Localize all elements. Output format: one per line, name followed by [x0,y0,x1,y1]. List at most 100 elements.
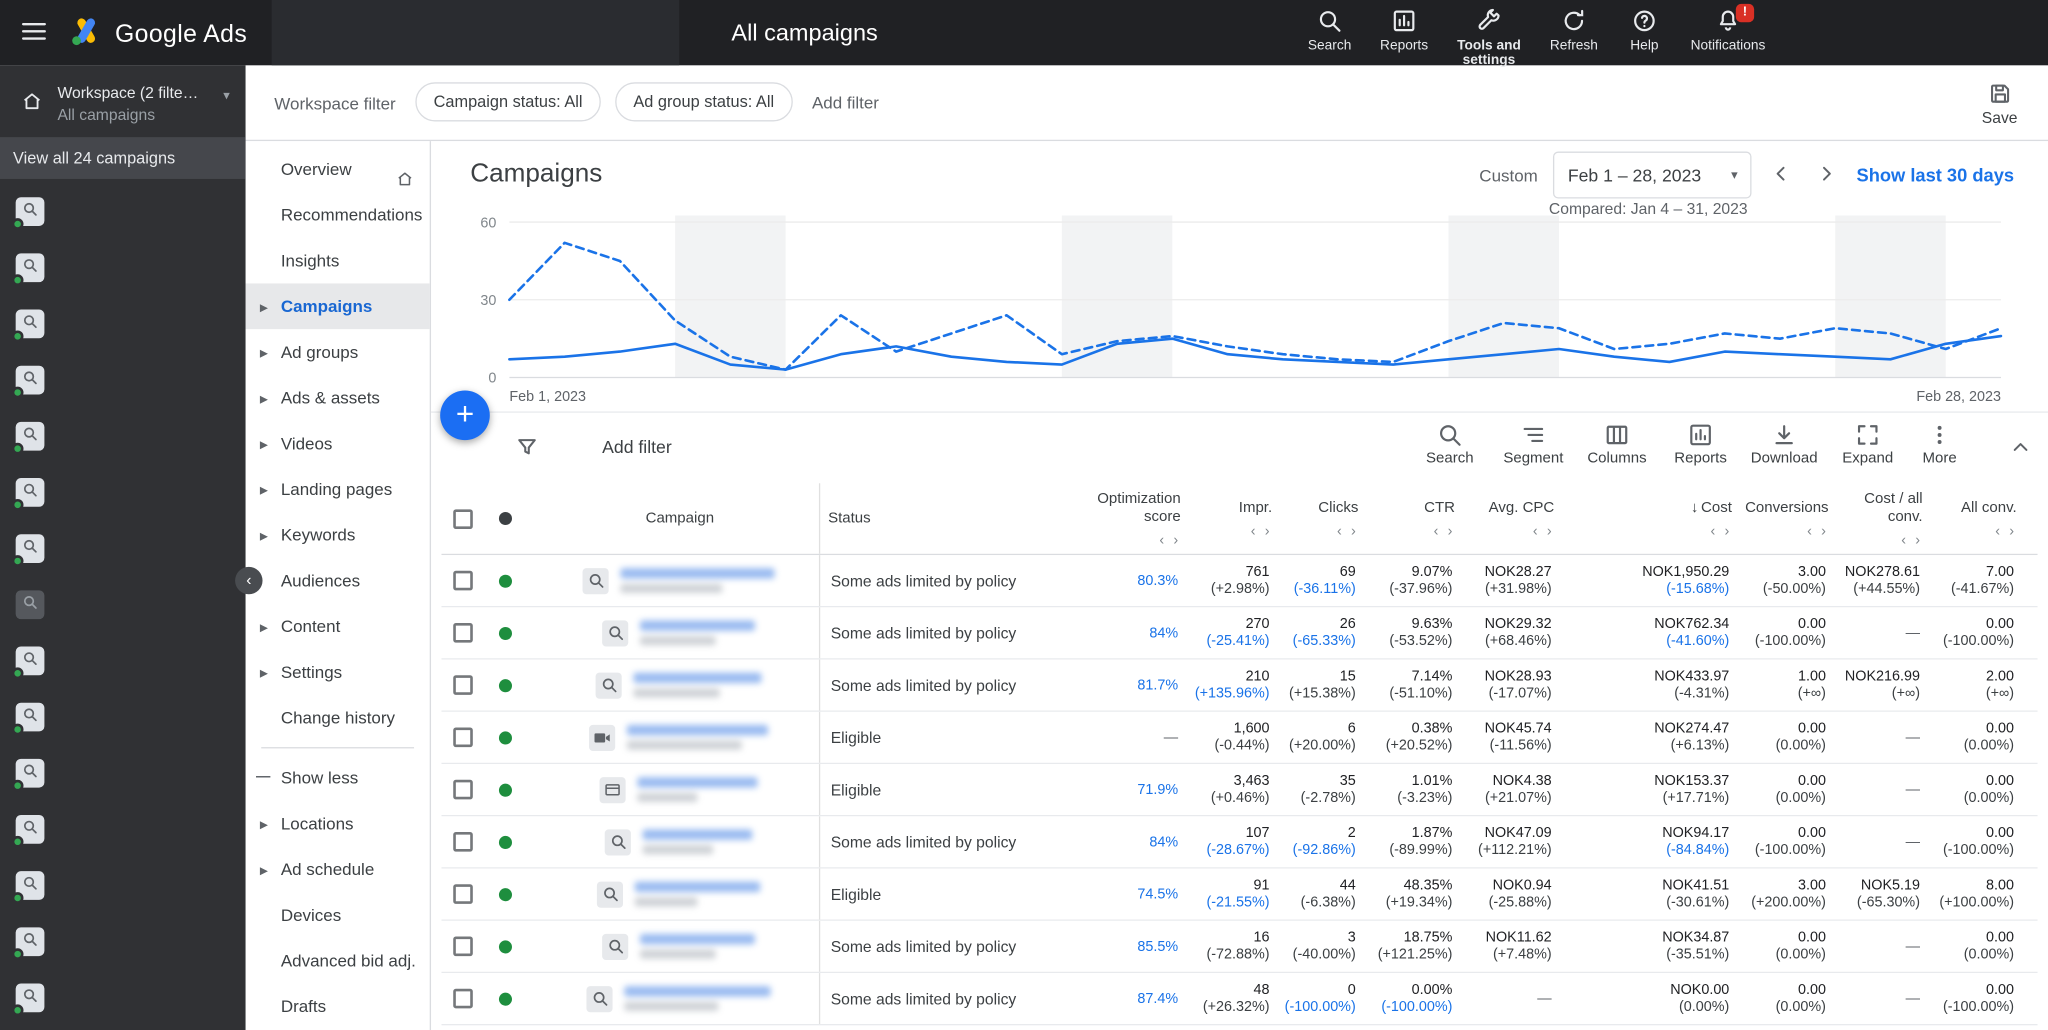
campaign-row[interactable]: Some ads limited by policy 87.4% 48 (+26.32… [441,973,2038,1026]
reports-button[interactable]: Reports [1368,8,1441,54]
campaign-thumbnail[interactable] [11,478,45,511]
nav-item-ad-schedule[interactable]: ▶ Ad schedule [246,846,430,892]
row-checkbox[interactable] [452,988,473,1009]
campaign-enabled-icon[interactable] [498,574,512,588]
date-range-selector[interactable]: Feb 1 – 28, 2023 ▾ [1553,151,1753,199]
show-last-30-days-link[interactable]: Show last 30 days [1857,165,2015,186]
campaign-name-cell[interactable] [528,555,821,607]
main-menu-button[interactable] [18,17,49,48]
campaign-name-cell[interactable] [528,973,821,1024]
row-checkbox[interactable] [452,623,473,643]
campaign-thumbnail[interactable] [11,197,45,230]
search-button[interactable]: Search [1293,8,1366,54]
previous-period-button[interactable] [1768,159,1797,192]
campaign-thumbnail[interactable] [11,365,45,399]
campaign-enabled-icon[interactable] [498,991,512,1006]
table-search-button[interactable]: Search [1408,422,1492,466]
column-header-clicks[interactable]: Clicks ‹ › [1280,483,1366,554]
nav-item-content[interactable]: ▶ Content [246,603,430,649]
column-header-status[interactable]: Status [820,483,1079,554]
column-header-conv[interactable]: Conversions ‹ › [1740,483,1837,554]
column-header-cpc[interactable]: Avg. CPC ‹ › [1463,483,1562,554]
row-checkbox[interactable] [452,884,473,904]
nav-item-ads-assets[interactable]: ▶ Ads & assets [246,375,430,421]
columns-button[interactable]: Columns [1575,422,1659,466]
campaign-row[interactable]: Eligible 71.9% 3,463 (+0.46%) 35 (-2.78%) 1.01… [441,764,2038,817]
refresh-button[interactable]: Refresh [1537,8,1610,54]
campaign-row[interactable]: Some ads limited by policy 84% 107 (-28.67%… [441,816,2038,869]
optimization-score-link[interactable]: 80.3% [1137,573,1178,589]
campaign-enabled-icon[interactable] [498,730,512,744]
campaign-name-cell[interactable] [528,659,821,711]
nav-item-keywords[interactable]: ▶ Keywords [246,512,430,558]
campaign-row[interactable]: Eligible 74.5% 91 (-21.55%) 44 (-6.38%) 48.35%… [441,868,2038,921]
nav-item-show-less[interactable]: — Show less [246,755,430,801]
save-button[interactable]: Save [1972,81,2027,127]
campaign-enabled-icon[interactable] [498,783,512,797]
optimization-score-link[interactable]: 85.5% [1137,938,1178,954]
reports-button[interactable]: Reports [1659,422,1743,466]
view-all-campaigns-button[interactable]: View all 24 campaigns [0,137,246,179]
campaign-row[interactable]: Eligible — 1,600 (-0.44%) 6 (+20.00%) 0.38% (+2… [441,711,2038,765]
more-button[interactable]: More [1910,422,1970,466]
campaign-name-cell[interactable] [528,607,821,659]
campaign-thumbnail[interactable] [11,983,45,1017]
nav-item-landing-pages[interactable]: ▶ Landing pages [246,466,430,512]
nav-item-campaigns[interactable]: ▶ Campaigns [245,283,430,330]
campaign-enabled-icon[interactable] [498,678,512,692]
row-checkbox[interactable] [452,675,473,695]
campaign-thumbnail[interactable] [11,309,45,343]
column-header-ctr[interactable]: CTR ‹ › [1366,483,1463,554]
collapse-chart-button[interactable] [2009,436,2033,463]
campaign-enabled-icon[interactable] [498,835,512,849]
workspace-switcher[interactable]: Workspace (2 filte… All campaigns ▾ [0,65,246,137]
row-checkbox[interactable] [452,570,473,591]
notifications-button[interactable]: ! Notifications [1689,3,1767,54]
nav-item-ad-groups[interactable]: ▶ Ad groups [246,329,430,375]
table-add-filter-button[interactable]: Add filter [602,438,672,458]
row-checkbox[interactable] [452,727,473,748]
create-campaign-fab[interactable]: + [440,390,490,441]
optimization-score-link[interactable]: 84% [1149,834,1178,850]
campaign-name-cell[interactable] [528,764,821,816]
campaign-row[interactable]: Some ads limited by policy 80.3% 761 (+2.98… [441,555,2038,608]
campaign-name-cell[interactable] [528,920,821,972]
nav-item-advanced-bid-adj[interactable]: Advanced bid adj. [246,938,430,984]
column-header-opt_score[interactable]: Optimization score ‹ › [1079,483,1189,554]
nav-item-change-history[interactable]: Change history [246,695,430,741]
campaign-name-cell[interactable] [528,816,821,868]
column-header-cost[interactable]: ↓ Cost ‹ › [1562,483,1740,554]
column-header-cost_all[interactable]: Cost / all conv. ‹ › [1836,483,1930,554]
nav-item-insights[interactable]: Insights [246,238,430,284]
campaign-thumbnail[interactable] [11,758,45,792]
campaign-enabled-icon[interactable] [498,887,512,901]
optimization-score-link[interactable]: 81.7% [1137,677,1178,693]
nav-item-devices[interactable]: Devices [246,892,430,938]
select-all-checkbox[interactable] [452,508,473,529]
campaign-name-cell[interactable] [528,711,821,763]
add-filter-button[interactable]: Add filter [812,92,879,112]
nav-item-audiences[interactable]: Audiences [246,558,430,604]
campaign-row[interactable]: Some ads limited by policy 85.5% 16 (-72.88… [441,920,2038,974]
segment-button[interactable]: Segment [1492,422,1576,466]
nav-item-recommendations[interactable]: Recommendations [246,192,430,238]
nav-item-settings[interactable]: ▶ Settings [246,649,430,695]
collapse-nav-button[interactable]: ‹ [235,566,263,595]
nav-item-videos[interactable]: ▶ Videos [246,421,430,467]
campaign-thumbnail[interactable] [11,534,45,567]
campaign-thumbnail[interactable] [11,253,45,287]
campaign-name-cell[interactable] [528,868,821,920]
campaign-thumbnail[interactable] [11,815,45,848]
optimization-score-link[interactable]: 87.4% [1137,991,1178,1007]
campaign-row[interactable]: Some ads limited by policy 81.7% 210 (+135.… [441,659,2038,712]
campaign-thumbnail[interactable] [11,871,45,904]
download-button[interactable]: Download [1742,422,1826,466]
campaign-thumbnail[interactable] [11,421,45,455]
column-header-all_conv[interactable]: All conv. ‹ › [1930,483,2024,554]
campaign-enabled-icon[interactable] [498,626,512,640]
optimization-score-link[interactable]: 71.9% [1137,782,1178,798]
campaign-row[interactable]: Some ads limited by policy 84% 270 (-25.41%… [441,607,2038,660]
campaign-thumbnail[interactable] [11,927,45,960]
campaign-thumbnail[interactable] [11,702,45,736]
nav-item-drafts[interactable]: Drafts [246,984,430,1030]
